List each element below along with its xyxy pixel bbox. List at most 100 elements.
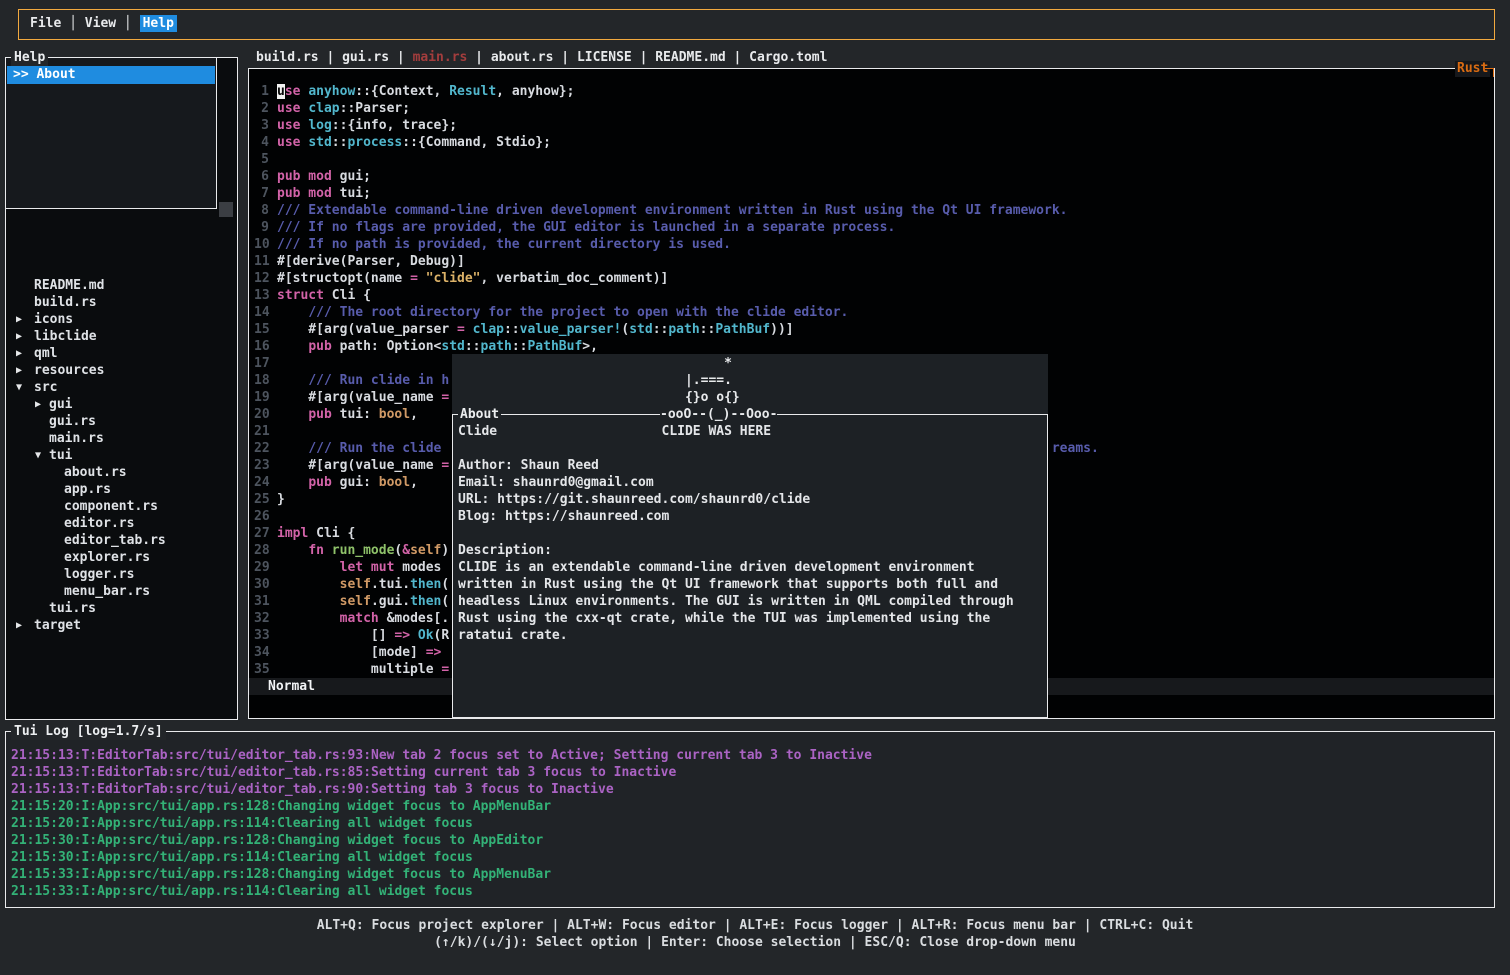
help-dropdown-title: Help — [11, 49, 48, 66]
tree-item-gui.rs[interactable]: gui.rs — [12, 413, 236, 430]
tree-item-src[interactable]: ▼src — [12, 379, 236, 396]
line-number: 11 — [254, 253, 269, 270]
tree-item-gui[interactable]: ▶gui — [12, 396, 236, 413]
tab-separator: | — [553, 50, 576, 65]
menu-items: File │ View │ Help — [30, 15, 177, 34]
code-line-3[interactable]: 3use log::{info, trace}; — [250, 117, 1493, 134]
line-number: 21 — [254, 423, 269, 440]
code-line-7[interactable]: 7pub mod tui; — [250, 185, 1493, 202]
tab-separator: | — [467, 50, 490, 65]
chevron-right-icon: ▶ — [16, 328, 22, 345]
tree-item-label: libclide — [12, 328, 97, 345]
line-number: 9 — [254, 219, 269, 236]
tab-build.rs[interactable]: build.rs — [256, 50, 319, 65]
code-line-4[interactable]: 4use std::process::{Command, Stdio}; — [250, 134, 1493, 151]
tree-item-label: build.rs — [12, 294, 97, 311]
tree-item-component.rs[interactable]: component.rs — [12, 498, 236, 515]
line-number: 18 — [254, 372, 269, 389]
code-line-8[interactable]: 8/// Extendable command-line driven deve… — [250, 202, 1493, 219]
line-number: 5 — [254, 151, 269, 168]
ascii-art-border: -ooO--(_)--Ooo- — [660, 406, 777, 423]
log-entry: 21:15:20:I:App:src/tui/app.rs:114:Cleari… — [11, 815, 1492, 832]
tree-item-icons[interactable]: ▶icons — [12, 311, 236, 328]
code-line-14[interactable]: 14 /// The root directory for the projec… — [250, 304, 1493, 321]
tab-LICENSE[interactable]: LICENSE — [577, 50, 632, 65]
line-number: 27 — [254, 525, 269, 542]
menu-item-view[interactable]: View — [85, 15, 116, 32]
code-line-9[interactable]: 9/// If no flags are provided, the GUI e… — [250, 219, 1493, 236]
tree-item-app.rs[interactable]: app.rs — [12, 481, 236, 498]
file-tree: README.mdbuild.rs▶icons▶libclide▶qml▶res… — [12, 277, 236, 634]
tab-Cargo.toml[interactable]: Cargo.toml — [749, 50, 827, 65]
log-entry: 21:15:30:I:App:src/tui/app.rs:128:Changi… — [11, 832, 1492, 849]
code-line-5[interactable]: 5 — [250, 151, 1493, 168]
line-number: 24 — [254, 474, 269, 491]
log-entry: 21:15:30:I:App:src/tui/app.rs:114:Cleari… — [11, 849, 1492, 866]
line-number: 1 — [254, 83, 269, 100]
line-number: 28 — [254, 542, 269, 559]
tree-item-label: menu_bar.rs — [12, 583, 150, 600]
tree-item-label: editor.rs — [12, 515, 134, 532]
code-line-11[interactable]: 11#[derive(Parser, Debug)] — [250, 253, 1493, 270]
tree-item-target[interactable]: ▶target — [12, 617, 236, 634]
tree-item-libclide[interactable]: ▶libclide — [12, 328, 236, 345]
tree-item-label: logger.rs — [12, 566, 134, 583]
tree-item-editor.rs[interactable]: editor.rs — [12, 515, 236, 532]
code-line-6[interactable]: 6pub mod gui; — [250, 168, 1493, 185]
tree-item-label: gui — [12, 396, 72, 413]
tree-item-README.md[interactable]: README.md — [12, 277, 236, 294]
code-line-10[interactable]: 10/// If no path is provided, the curren… — [250, 236, 1493, 253]
log-entry: 21:15:13:T:EditorTab:src/tui/editor_tab.… — [11, 747, 1492, 764]
chevron-right-icon: ▶ — [16, 311, 22, 328]
line-number: 6 — [254, 168, 269, 185]
tree-item-menu_bar.rs[interactable]: menu_bar.rs — [12, 583, 236, 600]
tree-item-resources[interactable]: ▶resources — [12, 362, 236, 379]
tree-item-label: tui.rs — [12, 600, 96, 617]
code-line-1[interactable]: 1use anyhow::{Context, Result, anyhow}; — [250, 83, 1493, 100]
about-popup-box: About -ooO--(_)--Ooo- Clide CLIDE WAS HE… — [452, 414, 1048, 718]
tree-item-label: app.rs — [12, 481, 111, 498]
code-line-13[interactable]: 13struct Cli { — [250, 287, 1493, 304]
tab-main.rs[interactable]: main.rs — [413, 50, 468, 65]
line-number: 35 — [254, 661, 269, 678]
about-popup-body: Clide CLIDE WAS HERE Author: Shaun Reed … — [458, 423, 1014, 644]
tab-README.md[interactable]: README.md — [655, 50, 725, 65]
tree-item-editor_tab.rs[interactable]: editor_tab.rs — [12, 532, 236, 549]
tree-item-tui.rs[interactable]: tui.rs — [12, 600, 236, 617]
tree-item-label: target — [12, 617, 81, 634]
tree-item-logger.rs[interactable]: logger.rs — [12, 566, 236, 583]
menu-item-help[interactable]: Help — [140, 15, 177, 32]
code-line-16[interactable]: 16 pub path: Option<std::path::PathBuf>, — [250, 338, 1493, 355]
line-number: 4 — [254, 134, 269, 151]
tab-separator: | — [726, 50, 749, 65]
tree-item-explorer.rs[interactable]: explorer.rs — [12, 549, 236, 566]
scrollbar-thumb[interactable] — [219, 202, 233, 217]
tree-item-qml[interactable]: ▶qml — [12, 345, 236, 362]
tab-separator: | — [632, 50, 655, 65]
log-entry: 21:15:33:I:App:src/tui/app.rs:114:Cleari… — [11, 883, 1492, 900]
line-number: 16 — [254, 338, 269, 355]
tree-item-label: main.rs — [12, 430, 104, 447]
tree-item-about.rs[interactable]: about.rs — [12, 464, 236, 481]
text-cursor: u — [277, 84, 285, 99]
tree-item-label: gui.rs — [12, 413, 96, 430]
code-line-15[interactable]: 15 #[arg(value_parser = clap::value_pars… — [250, 321, 1493, 338]
tree-item-label: about.rs — [12, 464, 127, 481]
tab-gui.rs[interactable]: gui.rs — [342, 50, 389, 65]
code-line-2[interactable]: 2use clap::Parser; — [250, 100, 1493, 117]
chevron-right-icon: ▶ — [16, 617, 22, 634]
line-number: 12 — [254, 270, 269, 287]
tree-item-label: README.md — [12, 277, 104, 294]
tab-about.rs[interactable]: about.rs — [491, 50, 554, 65]
tree-item-main.rs[interactable]: main.rs — [12, 430, 236, 447]
code-line-12[interactable]: 12#[structopt(name = "clide", verbatim_d… — [250, 270, 1493, 287]
tree-item-build.rs[interactable]: build.rs — [12, 294, 236, 311]
menu-option-about[interactable]: >> About — [7, 66, 215, 84]
line-number: 25 — [254, 491, 269, 508]
tree-item-label: editor_tab.rs — [12, 532, 166, 549]
tab-separator: | — [389, 50, 412, 65]
menu-item-file[interactable]: File — [30, 15, 61, 32]
line-number: 17 — [254, 355, 269, 372]
tree-item-tui[interactable]: ▼tui — [12, 447, 236, 464]
line-number: 15 — [254, 321, 269, 338]
